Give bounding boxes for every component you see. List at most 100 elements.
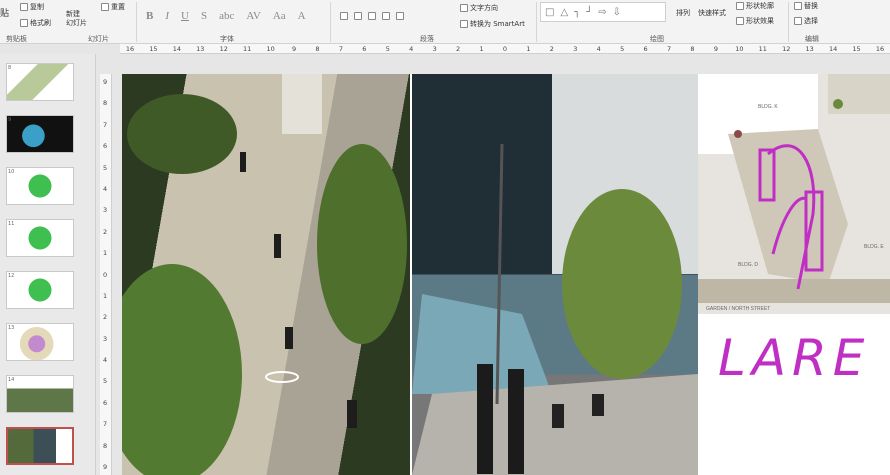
ruler-tick-label: 12 <box>219 45 228 53</box>
shape-outline-button[interactable]: 形状轮廓 <box>736 1 774 11</box>
select-button[interactable]: 选择 <box>794 16 818 26</box>
group-label-slides: 幻灯片 <box>88 35 109 43</box>
slide-thumbnails-pane[interactable]: 8 9 10 11 12 13 14 15 <box>0 54 96 475</box>
effects-icon <box>736 17 744 25</box>
paragraph-align-icons <box>340 12 404 20</box>
photo-plaza-art <box>122 74 407 475</box>
ruler-tick-label: 15 <box>852 45 861 53</box>
align-center-icon[interactable] <box>354 12 362 20</box>
ruler-tick-label: 1 <box>103 249 108 258</box>
ruler-tick-label: 7 <box>103 120 108 129</box>
spacing-icon[interactable]: AV <box>246 10 260 22</box>
ruler-tick-label: 13 <box>805 45 814 53</box>
ruler-tick-label: 7 <box>666 45 672 53</box>
ruler-tick-label: 11 <box>758 45 767 53</box>
slide-thumbnail[interactable]: 8 <box>6 63 74 101</box>
ruler-tick-label: 2 <box>549 45 554 53</box>
plan-label-street: GARDEN / NORTH STREET <box>706 306 771 312</box>
underline-icon[interactable]: U <box>181 10 189 22</box>
group-label-drawing: 绘图 <box>650 35 664 43</box>
ruler-tick-label: 6 <box>103 398 108 407</box>
brush-icon <box>20 19 28 27</box>
connector-shape-icon[interactable]: ┐ <box>574 7 580 18</box>
vertical-ruler[interactable]: 9 8 7 6 5 4 3 2 1 0 1 2 3 4 5 6 7 8 9 <box>100 74 112 475</box>
bold-icon[interactable]: B <box>146 10 153 22</box>
slide-canvas[interactable]: BLDG. K BLDG. D BLDG. E GARDEN / NORTH S… <box>122 74 890 475</box>
handwritten-annotation: LARE <box>718 329 871 387</box>
ruler-tick-label: 6 <box>362 45 367 53</box>
down-arrow-shape-icon[interactable]: ⇩ <box>613 7 621 18</box>
ruler-tick-label: 9 <box>713 45 719 53</box>
slide-thumbnail[interactable]: 13 <box>6 323 74 361</box>
ruler-tick-label: 0 <box>502 45 508 53</box>
site-plan-panel: BLDG. K BLDG. D BLDG. E GARDEN / NORTH S… <box>698 74 890 475</box>
new-slide-button[interactable]: 新建 幻灯片 <box>66 10 87 28</box>
strikethrough-icon[interactable]: abc <box>219 10 234 22</box>
slide-thumbnail[interactable]: 9 <box>6 115 74 153</box>
plan-label-bldg-d: BLDG. D <box>738 262 759 268</box>
ruler-tick-label: 16 <box>125 45 135 53</box>
ruler-tick-label: 5 <box>103 377 108 386</box>
rectangle-shape-icon[interactable]: □ <box>545 7 554 18</box>
horizontal-ruler[interactable]: 16 15 14 13 12 11 10 9 8 7 6 5 4 3 2 1 0 1 2 3 4 5 6 7 8 9 10 11 12 1… <box>120 44 890 54</box>
photo-plaza-walkway <box>122 74 410 475</box>
ruler-tick-label: 1 <box>103 291 108 300</box>
smartart-icon <box>460 20 468 28</box>
ruler-tick-label: 4 <box>409 45 414 53</box>
connector2-shape-icon[interactable]: ┘ <box>586 7 592 18</box>
ruler-tick-label: 8 <box>103 441 108 450</box>
font-color-icon[interactable]: A <box>298 10 306 22</box>
ruler-tick-label: 2 <box>456 45 461 53</box>
outline-icon <box>736 2 744 10</box>
plan-label-bldg-e: BLDG. E <box>864 244 884 250</box>
ruler-tick-label: 1 <box>479 45 484 53</box>
slide-thumbnail[interactable]: 11 <box>6 219 74 257</box>
slide-thumbnail[interactable]: 12 <box>6 271 74 309</box>
copy-button[interactable]: 复制 <box>20 2 44 12</box>
ruler-tick-label: 10 <box>735 45 744 53</box>
ruler-tick-label: 9 <box>103 463 108 471</box>
replace-button[interactable]: 替换 <box>794 1 818 11</box>
ruler-tick-label: 9 <box>291 45 297 53</box>
reset-button[interactable]: 重置 <box>101 2 125 12</box>
paste-button[interactable]: 贴 <box>0 6 9 19</box>
align-right-icon[interactable] <box>368 12 376 20</box>
change-case-icon[interactable]: Aa <box>273 10 286 22</box>
slide-thumbnail[interactable]: 10 <box>6 167 74 205</box>
plan-label-bldg-k: BLDG. K <box>758 104 778 110</box>
italic-icon[interactable]: I <box>165 10 169 22</box>
slide-thumbnail-selected[interactable]: 15 <box>6 427 74 465</box>
ruler-tick-label: 12 <box>782 45 791 53</box>
ruler-tick-label: 0 <box>103 270 108 279</box>
ruler-tick-label: 8 <box>103 99 108 108</box>
ruler-tick-label: 1 <box>526 45 531 53</box>
reset-icon <box>101 3 109 11</box>
columns-icon[interactable] <box>396 12 404 20</box>
group-label-font: 字体 <box>220 35 234 43</box>
arrow-shape-icon[interactable]: ⇨ <box>598 7 606 18</box>
arrange-button[interactable]: 排列 <box>676 8 690 18</box>
shape-effects-button[interactable]: 形状效果 <box>736 16 774 26</box>
ruler-tick-label: 14 <box>172 45 182 53</box>
ruler-tick-label: 8 <box>315 45 320 53</box>
justify-icon[interactable] <box>382 12 390 20</box>
copy-icon <box>20 3 28 11</box>
ruler-tick-label: 5 <box>620 45 625 53</box>
format-painter-button[interactable]: 格式刷 <box>20 18 51 28</box>
ruler-tick-label: 3 <box>103 206 108 215</box>
convert-smartart-button[interactable]: 转换为 SmartArt <box>460 19 525 29</box>
quick-styles-button[interactable]: 快速样式 <box>698 8 726 18</box>
shadow-icon[interactable]: S <box>201 10 207 22</box>
text-direction-button[interactable]: 文字方向 <box>460 3 498 13</box>
align-left-icon[interactable] <box>340 12 348 20</box>
ruler-tick-label: 7 <box>338 45 344 53</box>
shapes-gallery[interactable]: □ △ ┐ ┘ ⇨ ⇩ <box>540 2 666 22</box>
slide-thumbnail[interactable]: 14 <box>6 375 74 413</box>
ruler-tick-label: 8 <box>690 45 695 53</box>
select-icon <box>794 17 802 25</box>
ruler-tick-label: 2 <box>103 227 108 236</box>
ruler-tick-label: 2 <box>103 313 108 322</box>
ruler-tick-label: 3 <box>103 334 108 343</box>
triangle-shape-icon[interactable]: △ <box>560 7 568 18</box>
ruler-tick-label: 7 <box>103 420 108 429</box>
